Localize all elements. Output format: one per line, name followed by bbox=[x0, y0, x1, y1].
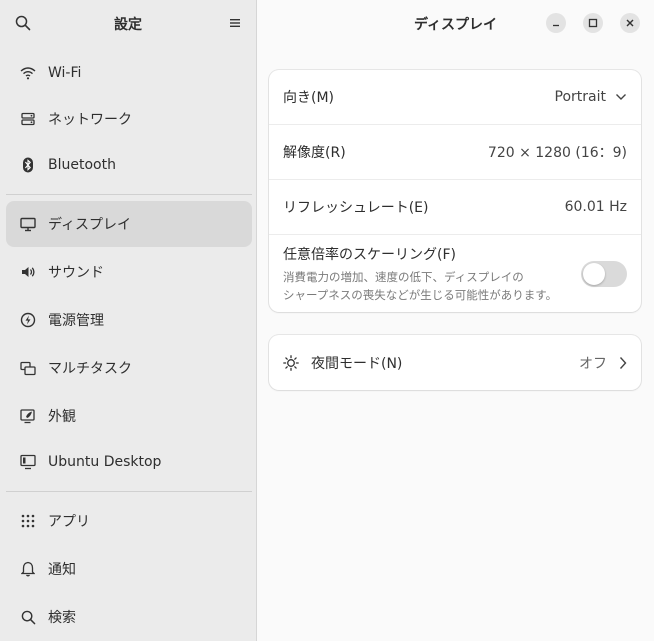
orientation-dropdown[interactable]: Portrait bbox=[555, 89, 627, 105]
sidebar-title: 設定 bbox=[114, 17, 142, 33]
sun-icon bbox=[283, 354, 299, 371]
orientation-value: Portrait bbox=[554, 89, 606, 105]
bell-icon bbox=[19, 560, 37, 578]
night-light-label: 夜間モード(N) bbox=[311, 355, 403, 372]
ubuntu-desktop-icon bbox=[19, 453, 37, 471]
resolution-label: 解像度(R) bbox=[283, 145, 346, 161]
description-line: 消費電力の増加、速度の低下、ディスプレイの bbox=[283, 269, 524, 284]
orientation-label: 向き(M) bbox=[283, 90, 335, 106]
wifi-icon bbox=[19, 64, 37, 82]
sidebar-item-label: マルチタスク bbox=[48, 361, 132, 377]
sidebar-separator bbox=[6, 491, 252, 492]
settings-window: 設定 Wi-Fi ネットワーク Bluetooth ディスプレイ サウンド 電源… bbox=[0, 0, 654, 641]
sidebar-separator bbox=[6, 194, 252, 195]
sidebar-item-network[interactable]: ネットワーク bbox=[6, 96, 252, 142]
appearance-icon bbox=[19, 407, 37, 425]
fractional-scaling-label: 任意倍率のスケーリング(F) bbox=[283, 246, 456, 263]
main-menu-button[interactable] bbox=[225, 13, 245, 33]
sidebar-item-multitasking[interactable]: マルチタスク bbox=[6, 345, 252, 391]
sidebar-item-ubuntu-desktop[interactable]: Ubuntu Desktop bbox=[6, 439, 252, 485]
sidebar-item-label: Bluetooth bbox=[48, 157, 116, 173]
display-page: ディスプレイ 向き(M) Portrait 解像度(R) 720 × 1280 … bbox=[257, 0, 654, 641]
power-icon bbox=[19, 311, 37, 329]
resolution-value: 720 × 1280 (16：9) bbox=[487, 145, 627, 161]
night-light-row[interactable]: 夜間モード(N) オフ bbox=[269, 335, 641, 390]
hamburger-menu-icon bbox=[230, 19, 240, 27]
sidebar-item-label: Wi-Fi bbox=[48, 65, 82, 81]
sidebar-item-label: アプリ bbox=[48, 514, 90, 530]
orientation-row[interactable]: 向き(M) Portrait bbox=[269, 70, 641, 125]
display-icon bbox=[19, 215, 37, 233]
fractional-scaling-description: 消費電力の増加、速度の低下、ディスプレイの シャープネスの喪失などが生じる可能性… bbox=[283, 268, 557, 304]
refresh-rate-row[interactable]: リフレッシュレート(E) 60.01 Hz bbox=[269, 180, 641, 235]
refresh-rate-label: リフレッシュレート(E) bbox=[283, 200, 429, 216]
apps-icon bbox=[19, 512, 37, 530]
sidebar-item-label: ディスプレイ bbox=[48, 217, 132, 233]
close-button[interactable] bbox=[620, 13, 640, 33]
sidebar-item-label: 通知 bbox=[48, 562, 76, 578]
sidebar-item-label: Ubuntu Desktop bbox=[48, 454, 162, 470]
refresh-rate-value: 60.01 Hz bbox=[564, 199, 627, 215]
close-icon bbox=[626, 19, 634, 27]
sidebar-item-search[interactable]: 検索 bbox=[6, 594, 252, 640]
sidebar-item-label: 検索 bbox=[48, 610, 76, 626]
night-light-value: オフ bbox=[579, 355, 607, 372]
resolution-row[interactable]: 解像度(R) 720 × 1280 (16：9) bbox=[269, 125, 641, 180]
sidebar-item-apps[interactable]: アプリ bbox=[6, 498, 252, 544]
sidebar-item-power[interactable]: 電源管理 bbox=[6, 297, 252, 343]
minimize-icon bbox=[553, 24, 559, 27]
sidebar-item-sound[interactable]: サウンド bbox=[6, 249, 252, 295]
sidebar-item-label: 外観 bbox=[48, 409, 76, 425]
bluetooth-icon bbox=[19, 156, 37, 174]
multitasking-icon bbox=[19, 359, 37, 377]
sidebar-header: 設定 bbox=[0, 0, 256, 46]
network-icon bbox=[19, 110, 37, 128]
sidebar-item-display[interactable]: ディスプレイ bbox=[6, 201, 252, 247]
sound-icon bbox=[19, 263, 37, 281]
sidebar-item-label: 電源管理 bbox=[48, 313, 104, 329]
maximize-icon bbox=[588, 18, 598, 28]
maximize-button[interactable] bbox=[583, 13, 603, 33]
description-line: シャープネスの喪失などが生じる可能性があります。 bbox=[283, 287, 558, 302]
sidebar-item-notifications[interactable]: 通知 bbox=[6, 546, 252, 592]
sidebar-item-label: ネットワーク bbox=[48, 112, 132, 128]
sidebar-item-wifi[interactable]: Wi-Fi bbox=[6, 50, 252, 96]
chevron-right-icon bbox=[619, 356, 627, 369]
fractional-scaling-toggle[interactable] bbox=[581, 261, 627, 287]
sidebar-item-label: サウンド bbox=[48, 265, 104, 281]
sidebar: 設定 Wi-Fi ネットワーク Bluetooth ディスプレイ サウンド 電源… bbox=[0, 0, 257, 641]
display-settings-card: 向き(M) Portrait 解像度(R) 720 × 1280 (16：9) … bbox=[269, 70, 641, 312]
sidebar-item-bluetooth[interactable]: Bluetooth bbox=[6, 142, 252, 188]
fractional-scaling-row[interactable]: 任意倍率のスケーリング(F) 消費電力の増加、速度の低下、ディスプレイの シャー… bbox=[269, 235, 641, 312]
minimize-button[interactable] bbox=[546, 13, 566, 33]
night-light-card: 夜間モード(N) オフ bbox=[269, 335, 641, 390]
search-icon bbox=[19, 608, 37, 626]
chevron-down-icon bbox=[616, 94, 626, 100]
toggle-knob bbox=[583, 263, 605, 285]
night-light-status: オフ bbox=[579, 353, 627, 373]
sidebar-item-appearance[interactable]: 外観 bbox=[6, 393, 252, 439]
